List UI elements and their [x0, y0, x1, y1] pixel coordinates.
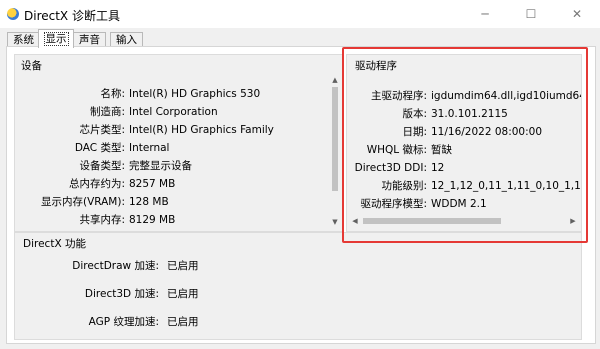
- tab-input[interactable]: 输入: [110, 32, 143, 47]
- tab-system[interactable]: 系统: [7, 32, 40, 47]
- tab-display[interactable]: 显示: [38, 29, 74, 48]
- window-title: DirectX 诊断工具: [24, 9, 120, 23]
- tab-sound[interactable]: 声音: [73, 32, 106, 47]
- maximize-button[interactable]: ☐: [508, 0, 554, 28]
- device-label: 名称:: [100, 88, 125, 100]
- device-info-list[interactable]: 名称: Intel(R) HD Graphics 530 制造商: Intel …: [17, 75, 327, 227]
- minimize-button[interactable]: ─: [462, 0, 508, 28]
- close-button[interactable]: ✕: [554, 0, 600, 28]
- device-value: 8257 MB: [129, 178, 176, 190]
- device-value: Internal: [129, 142, 170, 154]
- device-label: 制造商:: [89, 106, 125, 118]
- device-row: 名称: Intel(R) HD Graphics 530: [17, 87, 327, 101]
- device-row: 共享内存: 8129 MB: [17, 213, 327, 227]
- directx-feature-row: AGP 纹理加速: 已启用: [15, 315, 581, 329]
- device-scroll-thumb[interactable]: [332, 87, 338, 191]
- device-vertical-scrollbar[interactable]: ▲ ▼: [329, 75, 341, 227]
- directx-feature-value: 已启用: [167, 316, 199, 328]
- device-value: 完整显示设备: [129, 160, 192, 172]
- directx-feature-label: Direct3D 加速:: [84, 288, 159, 300]
- directx-feature-value: 已启用: [167, 288, 199, 300]
- scroll-up-arrow-icon[interactable]: ▲: [329, 75, 341, 85]
- device-label: 芯片类型:: [79, 124, 125, 136]
- device-row: 制造商: Intel Corporation: [17, 105, 327, 119]
- tab-strip: 系统 显示 声音 输入: [0, 28, 600, 48]
- directx-feature-label: AGP 纹理加速:: [88, 316, 159, 328]
- directx-group-title: DirectX 功能: [23, 238, 86, 250]
- directx-features-group: DirectX 功能 DirectDraw 加速: 已启用 Direct3D 加…: [14, 232, 582, 340]
- directx-feature-value: 已启用: [167, 260, 199, 272]
- directx-feature-label: DirectDraw 加速:: [72, 260, 159, 272]
- directx-feature-row: Direct3D 加速: 已启用: [15, 287, 581, 301]
- device-label: 共享内存:: [79, 214, 125, 226]
- directx-app-icon: [7, 8, 19, 20]
- device-label: 总内存约为:: [68, 178, 125, 190]
- device-label: 设备类型:: [79, 160, 125, 172]
- device-value: Intel Corporation: [129, 106, 218, 118]
- directx-feature-row: DirectDraw 加速: 已启用: [15, 259, 581, 273]
- device-row: 显示内存(VRAM): 128 MB: [17, 195, 327, 209]
- driver-highlight-box: [342, 47, 588, 243]
- device-group-title: 设备: [21, 60, 42, 72]
- device-row: 芯片类型: Intel(R) HD Graphics Family: [17, 123, 327, 137]
- device-row: 设备类型: 完整显示设备: [17, 159, 327, 173]
- device-label: 显示内存(VRAM):: [40, 196, 125, 208]
- title-bar: DirectX 诊断工具 ─ ☐ ✕: [0, 0, 600, 28]
- device-row: 总内存约为: 8257 MB: [17, 177, 327, 191]
- device-group: 设备 名称: Intel(R) HD Graphics 530 制造商: Int…: [14, 54, 344, 232]
- device-value: Intel(R) HD Graphics 530: [129, 88, 261, 100]
- device-row: DAC 类型: Internal: [17, 141, 327, 155]
- device-value: Intel(R) HD Graphics Family: [129, 124, 274, 136]
- device-label: DAC 类型:: [74, 142, 125, 154]
- device-value: 128 MB: [129, 196, 169, 208]
- scroll-down-arrow-icon[interactable]: ▼: [329, 217, 341, 227]
- device-value: 8129 MB: [129, 214, 176, 226]
